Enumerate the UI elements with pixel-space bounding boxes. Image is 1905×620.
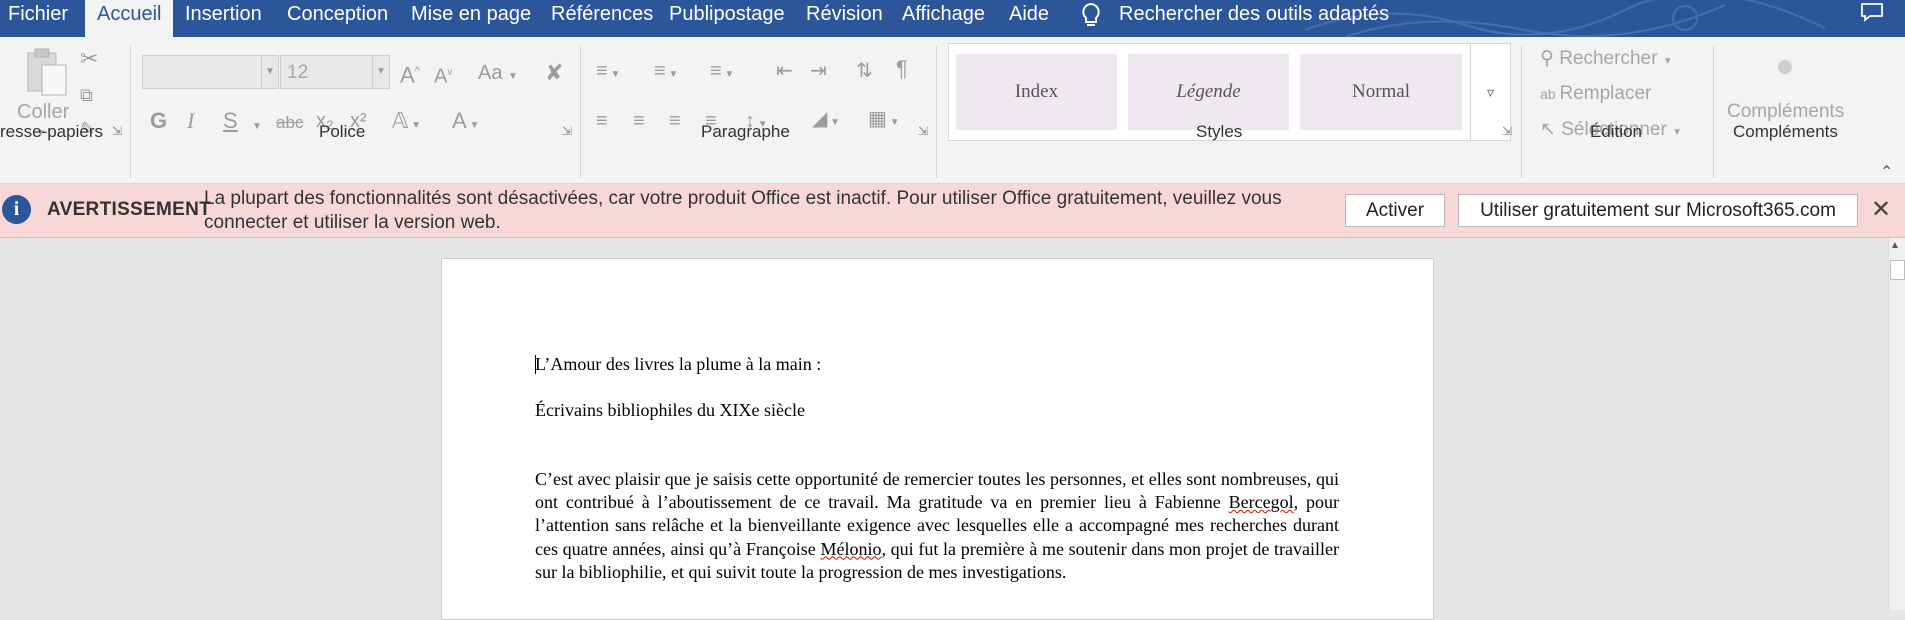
styles-group-label: Styles: [1196, 122, 1243, 141]
font-size-value: 12: [287, 62, 309, 83]
menu-aide[interactable]: Aide: [1009, 0, 1049, 37]
replace-label: Remplacer: [1559, 83, 1652, 104]
change-case-label: Aa: [478, 62, 503, 84]
sort-icon[interactable]: ⇅: [856, 60, 873, 82]
paragraph-group-label: Paragraphe: [701, 122, 790, 141]
activate-button[interactable]: Activer: [1345, 194, 1445, 227]
find-button[interactable]: ⚲ Rechercher ▼: [1540, 47, 1673, 70]
increase-indent-icon[interactable]: ⇥: [810, 60, 827, 82]
replace-icon: ab: [1540, 86, 1560, 102]
font-color-icon[interactable]: A ▼: [452, 110, 479, 137]
clear-formatting-icon[interactable]: ✘: [545, 62, 563, 84]
scroll-up-icon[interactable]: ▲: [1890, 240, 1900, 251]
multilevel-list-icon[interactable]: ≡ ▼: [710, 60, 734, 86]
menu-conception[interactable]: Conception: [287, 0, 388, 37]
italic-button[interactable]: I: [187, 110, 194, 132]
comment-icon[interactable]: [1860, 2, 1884, 22]
menu-insertion[interactable]: Insertion: [185, 0, 262, 37]
vertical-scrollbar[interactable]: [1888, 238, 1905, 610]
paste-label[interactable]: Coller: [17, 101, 69, 124]
replace-button[interactable]: ab Remplacer: [1540, 83, 1651, 105]
group-divider: [580, 46, 581, 178]
clipboard-group-label: resse-papiers: [0, 122, 103, 141]
para-text-1: C’est avec plaisir que je saisis cette o…: [535, 469, 1339, 513]
document-paragraph[interactable]: C’est avec plaisir que je saisis cette o…: [535, 468, 1339, 584]
group-divider: [1713, 46, 1714, 178]
shading-icon[interactable]: ◢ ▼: [812, 108, 840, 134]
style-index[interactable]: Index: [956, 54, 1117, 130]
scrollbar-thumb[interactable]: [1890, 260, 1905, 280]
info-icon: i: [2, 195, 31, 224]
change-case-button[interactable]: Aa ▼: [478, 62, 518, 88]
close-icon[interactable]: ✕: [1871, 195, 1891, 224]
menu-publipostage[interactable]: Publipostage: [669, 0, 785, 37]
cursor-icon: ↖: [1540, 119, 1562, 140]
addins-button[interactable]: Compléments: [1727, 101, 1844, 123]
search-icon: ⚲: [1540, 48, 1560, 69]
tell-me-search[interactable]: Rechercher des outils adaptés: [1119, 0, 1389, 37]
group-divider: [936, 46, 937, 178]
numbering-icon[interactable]: ≡ ▼: [654, 60, 678, 86]
warning-title: AVERTISSEMENT: [47, 199, 212, 220]
underline-button[interactable]: S: [223, 110, 238, 132]
text-effects-icon[interactable]: 𝔸 ▼: [392, 110, 421, 137]
dialog-launcher-icon[interactable]: ⇲: [562, 124, 572, 138]
borders-icon[interactable]: ▦ ▼: [868, 108, 900, 134]
strikethrough-button[interactable]: abc: [276, 112, 303, 134]
dialog-launcher-icon[interactable]: ⇲: [918, 124, 928, 138]
document-title-line[interactable]: L’Amour des livres la plume à la main :: [535, 354, 821, 375]
chevron-down-icon[interactable]: ▼: [252, 116, 262, 138]
font-size-combo[interactable]: 12 ▼: [280, 55, 390, 89]
menu-revision[interactable]: Révision: [806, 0, 883, 37]
shrink-font-icon[interactable]: Av: [434, 62, 452, 88]
dialog-launcher-icon[interactable]: ⇲: [112, 124, 122, 138]
cut-icon[interactable]: ✂: [80, 48, 98, 70]
style-legende[interactable]: Légende: [1128, 54, 1289, 130]
chevron-down-icon[interactable]: ▼: [261, 56, 278, 88]
warning-message: La plupart des fonctionnalités sont désa…: [204, 188, 1282, 233]
collapse-ribbon-icon[interactable]: ⌃: [1880, 162, 1893, 182]
style-normal[interactable]: Normal: [1300, 54, 1462, 130]
font-group-label: Police: [319, 122, 366, 141]
menu-affichage[interactable]: Affichage: [902, 0, 985, 37]
decrease-indent-icon[interactable]: ⇤: [776, 60, 793, 82]
addins-group-label: Compléments: [1733, 122, 1838, 141]
menu-mise-en-page[interactable]: Mise en page: [411, 0, 531, 37]
menu-accueil[interactable]: Accueil: [85, 0, 174, 37]
group-divider: [1521, 46, 1522, 178]
menu-fichier[interactable]: Fichier: [8, 0, 68, 37]
chevron-down-icon[interactable]: ▼: [372, 56, 389, 88]
chevron-down-icon: ▼: [1662, 56, 1673, 67]
align-right-icon[interactable]: ≡: [669, 110, 681, 132]
pilcrow-icon[interactable]: ¶: [896, 58, 908, 80]
use-web-button[interactable]: Utiliser gratuitement sur Microsoft365.c…: [1458, 194, 1858, 227]
dialog-launcher-icon[interactable]: ⇲: [1502, 124, 1512, 138]
group-divider: [130, 46, 131, 178]
find-label: Rechercher: [1559, 48, 1658, 69]
spelling-error-bercegol[interactable]: Bercegol: [1229, 492, 1294, 512]
paste-icon[interactable]: [24, 47, 70, 97]
menu-references[interactable]: Références: [551, 0, 653, 37]
align-center-icon[interactable]: ≡: [633, 110, 645, 132]
spelling-error-melonio[interactable]: Mélonio: [820, 539, 881, 559]
bold-button[interactable]: G: [150, 110, 167, 132]
chevron-down-icon: ▼: [1672, 127, 1683, 138]
copy-icon[interactable]: ⧉: [80, 84, 93, 106]
document-subtitle-line[interactable]: Écrivains bibliophiles du XIXe siècle: [535, 400, 805, 421]
bullets-icon[interactable]: ≡ ▼: [596, 60, 620, 86]
align-left-icon[interactable]: ≡: [596, 110, 608, 132]
grow-font-icon[interactable]: A^: [400, 60, 420, 86]
menu-bar: Fichier Accueil Insertion Conception Mis…: [0, 0, 1905, 37]
lightbulb-icon: [1082, 2, 1100, 26]
editing-group-label: Édition: [1590, 122, 1642, 141]
addins-icon[interactable]: [1778, 60, 1792, 74]
font-name-combo[interactable]: ▼: [142, 55, 279, 89]
